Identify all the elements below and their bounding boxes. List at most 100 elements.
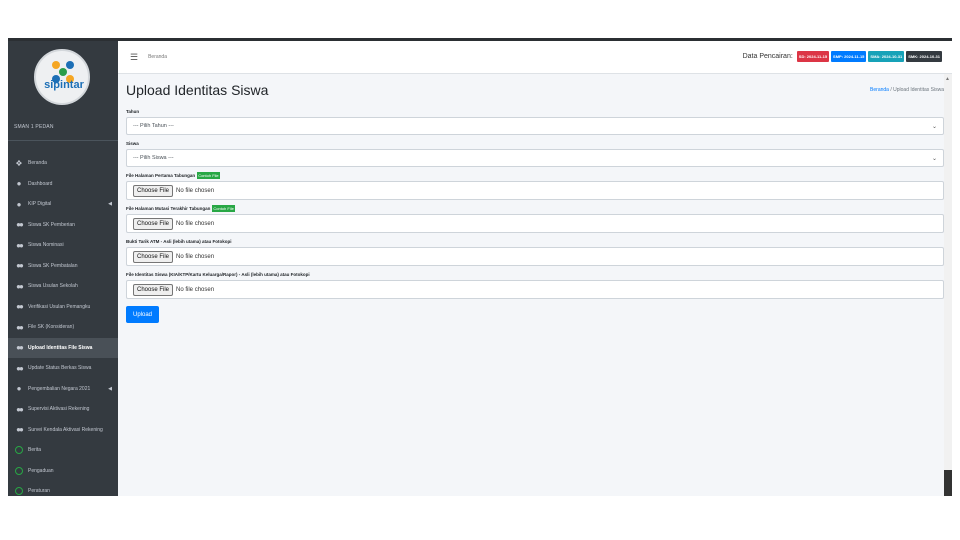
sidebar-item-label: Berita bbox=[28, 447, 42, 454]
sidebar-item-update-status[interactable]: ●● Update Status Berkas Siswa bbox=[8, 358, 118, 379]
file4-input[interactable]: Choose File No file chosen bbox=[126, 280, 944, 299]
siswa-select-value: --- Pilih Siswa --- bbox=[133, 155, 174, 161]
sidebar-item-label: Beranda bbox=[28, 160, 47, 167]
sidebar-item-file-sk[interactable]: ●● File SK (Konsideran) bbox=[8, 317, 118, 338]
choose-file-button[interactable]: Choose File bbox=[133, 283, 174, 296]
sidebar-item-siswa-nominasi[interactable]: ●● Siswa Nominasi bbox=[8, 235, 118, 256]
sidebar-item-peraturan[interactable]: Peraturan bbox=[8, 481, 118, 496]
circle-icon bbox=[14, 487, 24, 496]
sidebar-item-label: Pengaduan bbox=[28, 467, 54, 474]
file3-label: Bukti Tarik ATM - Asli (lebih utama) ata… bbox=[126, 239, 232, 244]
siswa-label: Siswa bbox=[126, 141, 139, 146]
tahun-label: Tahun bbox=[126, 109, 140, 114]
choose-file-button[interactable]: Choose File bbox=[133, 184, 174, 197]
breadcrumb-separator: / bbox=[890, 87, 892, 93]
sidebar-item-label: Survei Kendala Aktivasi Rekening bbox=[28, 426, 103, 433]
users-icon: ●● bbox=[16, 425, 24, 435]
contoh-file-link-1[interactable]: Contoh File bbox=[197, 172, 220, 179]
upload-button[interactable]: Upload bbox=[126, 306, 159, 323]
no-file-text: No file chosen bbox=[176, 253, 215, 260]
chevron-left-icon: ◀ bbox=[108, 385, 112, 392]
breadcrumb: Beranda / Upload Identitas Siswa bbox=[870, 87, 944, 93]
badge-smp: SMP: 2024-11-15 bbox=[831, 51, 867, 62]
sidebar-item-label: KIP Digital bbox=[28, 201, 52, 208]
sidebar-item-label: Siswa SK Pemberian bbox=[28, 221, 75, 228]
file1-input[interactable]: Choose File No file chosen bbox=[126, 181, 944, 200]
breadcrumb-home-link[interactable]: Beranda bbox=[870, 87, 889, 93]
sidebar-item-label: Dashboard bbox=[28, 180, 53, 187]
brand[interactable]: sipintar SMAN 1 PEDAN bbox=[8, 41, 118, 141]
tahun-select[interactable]: --- Pilih Tahun --- ⌄ bbox=[126, 117, 944, 135]
file2-input[interactable]: Choose File No file chosen bbox=[126, 214, 944, 233]
hamburger-icon[interactable]: ☰ bbox=[130, 52, 138, 63]
users-icon: ●● bbox=[16, 220, 24, 230]
sidebar-item-survei-kendala[interactable]: ●● Survei Kendala Aktivasi Rekening bbox=[8, 420, 118, 441]
file4-label: File Identitas Siswa (KIA/KTP/Kartu Kelu… bbox=[126, 272, 310, 277]
sidebar-item-siswa-usulan-sekolah[interactable]: ●● Siswa Usulan Sekolah bbox=[8, 276, 118, 297]
choose-file-button[interactable]: Choose File bbox=[133, 217, 174, 230]
sidebar-item-dashboard[interactable]: ● Dashboard bbox=[8, 174, 118, 195]
file2-label-text: File Halaman Mutasi Terakhir Tabungan bbox=[126, 206, 211, 211]
no-file-text: No file chosen bbox=[176, 187, 215, 194]
home-icon: ❖ bbox=[15, 158, 23, 168]
sidebar-item-siswa-sk-pemberian[interactable]: ●● Siswa SK Pemberian bbox=[8, 215, 118, 236]
sidebar-item-pengembalian-negara[interactable]: ● Pengembalian Negara 2021 ◀ bbox=[8, 379, 118, 400]
scroll-up-icon[interactable]: ▲ bbox=[945, 76, 950, 82]
users-icon: ●● bbox=[16, 404, 24, 414]
main-content: Upload Identitas Siswa Beranda / Upload … bbox=[118, 74, 952, 496]
sidebar-item-label: Verifikasi Usulan Pemangku bbox=[28, 303, 91, 310]
scrollbar-thumb[interactable] bbox=[944, 470, 952, 496]
badge-sma: SMA: 2024-10-31 bbox=[868, 51, 905, 62]
sidebar-item-label: Update Status Berkas Siswa bbox=[28, 365, 92, 372]
tahun-select-value: --- Pilih Tahun --- bbox=[133, 123, 174, 129]
title-row: Upload Identitas Siswa Beranda / Upload … bbox=[126, 74, 944, 106]
badge-smk: SMK: 2024-10-31 bbox=[906, 51, 942, 62]
logo: sipintar bbox=[34, 49, 90, 105]
logo-text: sipintar bbox=[44, 79, 84, 91]
file3-input[interactable]: Choose File No file chosen bbox=[126, 247, 944, 266]
sidebar-nav: ❖ Beranda ● Dashboard ● KIP Digital ◀ ●● Sisw… bbox=[8, 141, 118, 496]
sidebar-item-label: File SK (Konsideran) bbox=[28, 324, 75, 331]
users-icon: ●● bbox=[16, 302, 24, 312]
users-icon: ●● bbox=[16, 240, 24, 250]
users-icon: ●● bbox=[16, 343, 24, 353]
sidebar-item-label: Supervisi Aktivasi Rekening bbox=[28, 406, 90, 413]
dashboard-icon: ● bbox=[16, 179, 22, 189]
app-window: sipintar SMAN 1 PEDAN ❖ Beranda ● Dashboar… bbox=[8, 38, 952, 496]
sidebar-item-beranda[interactable]: ❖ Beranda bbox=[8, 153, 118, 174]
contoh-file-link-2[interactable]: Contoh File bbox=[212, 205, 235, 212]
sidebar-item-label: Peraturan bbox=[28, 488, 50, 495]
sidebar-item-supervisi-aktivasi[interactable]: ●● Supervisi Aktivasi Rekening bbox=[8, 399, 118, 420]
users-icon: ●● bbox=[16, 261, 24, 271]
school-name: SMAN 1 PEDAN bbox=[14, 124, 54, 130]
pencairan-info: Data Pencairan: SD: 2024-11-15 SMP: 2024… bbox=[743, 51, 942, 62]
topbar: ☰ Beranda Data Pencairan: SD: 2024-11-15… bbox=[118, 41, 952, 74]
sidebar-item-label: Siswa Nominasi bbox=[28, 242, 64, 249]
sidebar-item-upload-identitas[interactable]: ●● Upload Identitas File Siswa bbox=[8, 337, 118, 358]
sidebar-item-label: Siswa SK Pembatalan bbox=[28, 262, 78, 269]
users-icon: ●● bbox=[16, 281, 24, 291]
choose-file-button[interactable]: Choose File bbox=[133, 250, 174, 263]
siswa-select[interactable]: --- Pilih Siswa --- ⌄ bbox=[126, 149, 944, 167]
topbar-breadcrumb[interactable]: Beranda bbox=[148, 54, 167, 60]
chevron-down-icon: ⌄ bbox=[931, 123, 937, 130]
users-icon: ●● bbox=[16, 322, 24, 332]
sidebar-item-berita[interactable]: Berita bbox=[8, 440, 118, 461]
circle-icon bbox=[14, 466, 24, 475]
users-icon: ●● bbox=[16, 363, 24, 373]
sidebar-item-pengaduan[interactable]: Pengaduan bbox=[8, 461, 118, 482]
sidebar-item-label: Pengembalian Negara 2021 bbox=[28, 385, 91, 392]
sidebar-item-siswa-sk-pembatalan[interactable]: ●● Siswa SK Pembatalan bbox=[8, 256, 118, 277]
page-title: Upload Identitas Siswa bbox=[126, 82, 269, 98]
no-file-text: No file chosen bbox=[176, 220, 215, 227]
sidebar-item-label: Upload Identitas File Siswa bbox=[28, 344, 93, 351]
sidebar-item-kip-digital[interactable]: ● KIP Digital ◀ bbox=[8, 194, 118, 215]
scrollbar[interactable]: ▲ bbox=[944, 74, 952, 496]
sidebar-item-verifikasi-usulan[interactable]: ●● Verifikasi Usulan Pemangku bbox=[8, 297, 118, 318]
breadcrumb-current: Upload Identitas Siswa bbox=[893, 87, 944, 93]
dashboard-icon: ● bbox=[16, 199, 22, 209]
sidebar: sipintar SMAN 1 PEDAN ❖ Beranda ● Dashboar… bbox=[8, 41, 118, 496]
no-file-text: No file chosen bbox=[176, 286, 215, 293]
circle-icon bbox=[14, 446, 24, 455]
chevron-down-icon: ⌄ bbox=[931, 155, 937, 162]
